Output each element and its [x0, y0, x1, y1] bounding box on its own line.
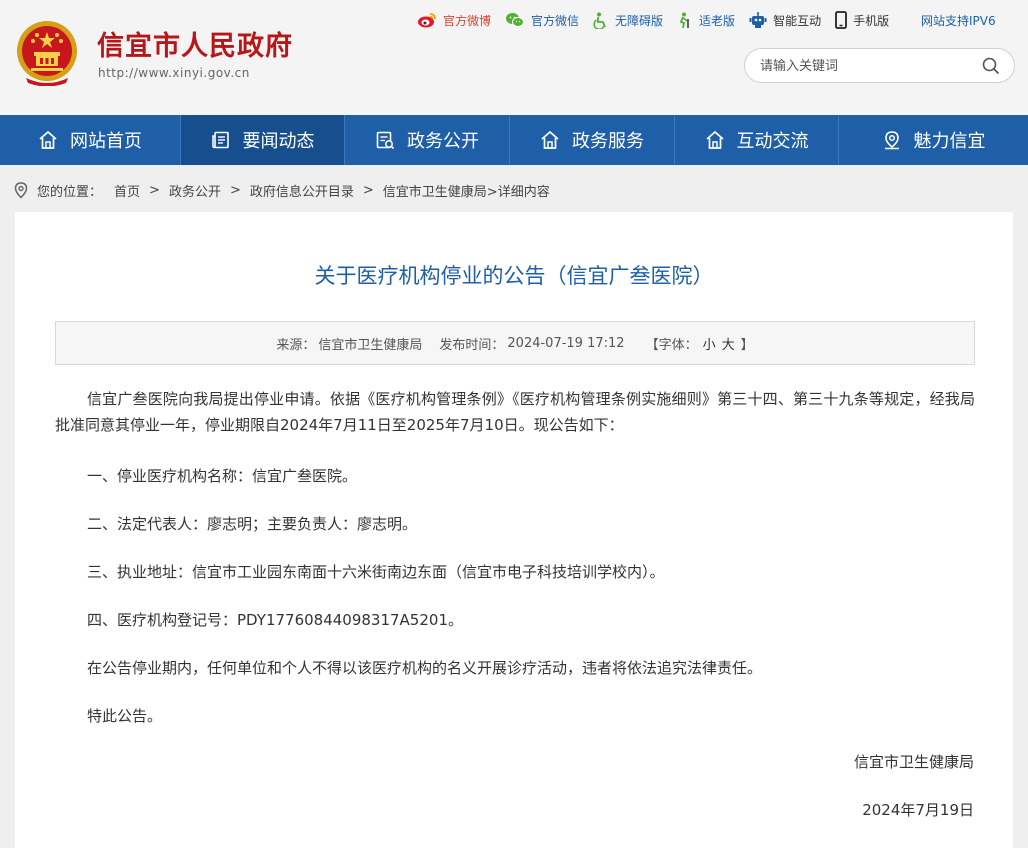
article-title: 关于医疗机构停业的公告（信宜广叁医院）: [314, 264, 714, 288]
nav-label: 互动交流: [736, 131, 809, 152]
robot-label: 智能互动: [773, 13, 822, 28]
mobile-label: 手机版: [853, 13, 890, 28]
nav-label: 魅力信宜: [913, 131, 986, 152]
interaction-icon: [705, 130, 724, 149]
wechat-label: 官方微信: [531, 13, 580, 28]
nav-item-gov-service[interactable]: 政务服务: [510, 115, 675, 165]
time-label: 发布时间：: [439, 337, 505, 353]
article-paragraph: 特此公告。: [87, 707, 163, 725]
article-paragraph: 在公告停业期内，任何单位和个人不得以该医疗机构的名义开展诊疗活动，违者将依法追究…: [87, 659, 763, 677]
breadcrumb-separator: >: [362, 182, 374, 198]
article-paragraph: 二、法定代表人：廖志明；主要负责人：廖志明。: [87, 515, 418, 533]
nav-label: 政务公开: [407, 131, 479, 152]
nav-item-charm[interactable]: 魅力信宜: [839, 115, 1028, 165]
nav-item-gov-affairs[interactable]: 政务公开: [345, 115, 510, 165]
nav-item-news[interactable]: 要闻动态: [181, 115, 345, 165]
wechat-icon: [506, 13, 525, 27]
home-icon: [39, 130, 57, 149]
font-large-button[interactable]: 大: [722, 334, 735, 353]
top-links: 官方微博 官方微信 无障碍版 适老版 智能互动 手机版: [417, 9, 903, 31]
search-box: [744, 48, 1015, 83]
wechat-link[interactable]: 官方微信: [505, 12, 579, 29]
nav-label: 要闻动态: [242, 131, 315, 152]
breadcrumb-health-bureau[interactable]: 信宜市卫生健康局: [383, 181, 487, 200]
search-icon[interactable]: [982, 57, 1000, 75]
location-icon: [884, 131, 899, 150]
article-paragraph: 信宜广叁医院向我局提出停业申请。依据《医疗机构管理条例》《医疗机构管理条例实施细…: [55, 390, 975, 434]
article-meta: 来源： 信宜市卫生健康局 发布时间： 2024-07-19 17:12 【字体：…: [55, 321, 975, 365]
nav-label: 网站首页: [70, 131, 142, 152]
breadcrumb-prefix: 您的位置：: [37, 184, 103, 200]
accessibility-icon: [593, 12, 606, 29]
article-paragraph: 三、执业地址：信宜市工业园东南面十六米街南边东面（信宜市电子科技培训学校内）。: [87, 563, 665, 581]
breadcrumb-info-catalog[interactable]: 政府信息公开目录: [250, 181, 354, 200]
breadcrumb-separator: >: [229, 182, 241, 198]
time-value: 2024-07-19 17:12: [507, 335, 625, 351]
elderly-link[interactable]: 适老版: [677, 12, 735, 29]
location-pin-icon: [14, 181, 28, 199]
main-nav: 网站首页 要闻动态 政务公开 政务服务 互动交流 魅力信宜: [0, 115, 1028, 165]
nav-label: 政务服务: [572, 131, 644, 152]
weibo-link[interactable]: 官方微博: [417, 12, 491, 29]
site-header: 信宜市人民政府 http://www.xinyi.gov.cn 官方微博 官方微: [0, 0, 1028, 115]
news-icon: [211, 131, 229, 149]
elderly-label: 适老版: [699, 13, 736, 28]
site-title[interactable]: 信宜市人民政府: [97, 24, 293, 63]
source-value: 信宜市卫生健康局: [318, 337, 423, 353]
breadcrumb-current: >详细内容: [486, 184, 550, 200]
nav-item-interaction[interactable]: 互动交流: [675, 115, 839, 165]
search-input[interactable]: [760, 55, 970, 77]
accessibility-label: 无障碍版: [615, 13, 664, 28]
document-icon: [376, 131, 395, 150]
mobile-icon: [835, 11, 847, 29]
weibo-icon: [418, 13, 436, 28]
robot-link[interactable]: 智能互动: [749, 11, 822, 29]
article-panel: 关于医疗机构停业的公告（信宜广叁医院） 来源： 信宜市卫生健康局 发布时间： 2…: [15, 212, 1013, 848]
article-paragraph: 一、停业医疗机构名称：信宜广叁医院。: [87, 467, 358, 485]
weibo-label: 官方微博: [443, 13, 492, 28]
source-label: 来源：: [276, 337, 316, 353]
font-size-label: 【字体：: [645, 337, 698, 353]
service-icon: [541, 130, 559, 149]
ipv6-link[interactable]: 网站支持IPV6: [921, 12, 996, 29]
nav-item-home[interactable]: 网站首页: [0, 115, 181, 165]
font-small-button[interactable]: 小: [703, 334, 716, 353]
breadcrumb-gov-affairs[interactable]: 政务公开: [169, 181, 221, 200]
national-emblem-icon[interactable]: [16, 20, 78, 86]
site-url: http://www.xinyi.gov.cn: [98, 66, 250, 80]
mobile-link[interactable]: 手机版: [835, 11, 889, 29]
accessibility-link[interactable]: 无障碍版: [593, 12, 663, 29]
article-paragraph: 四、医疗机构登记号：PDY17760844098317A5201。: [87, 611, 463, 629]
robot-icon: [749, 11, 767, 28]
article-signature: 信宜市卫生健康局: [853, 753, 974, 771]
font-size-end: 】: [740, 337, 754, 353]
breadcrumb: 您的位置： 首页 > 政务公开 > 政府信息公开目录 > 信宜市卫生健康局 >详…: [14, 180, 550, 200]
breadcrumb-home[interactable]: 首页: [114, 181, 140, 200]
elderly-icon: [679, 12, 689, 28]
breadcrumb-separator: >: [149, 182, 160, 198]
article-date: 2024年7月19日: [862, 801, 974, 819]
